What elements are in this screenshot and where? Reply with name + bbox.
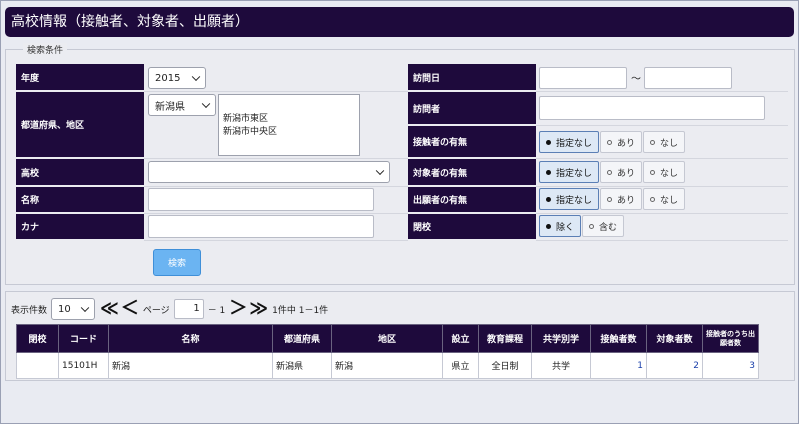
radio-dot-icon [546, 223, 551, 229]
district-option[interactable]: 新潟市中央区 [223, 126, 359, 139]
page-input[interactable]: 1 [173, 299, 204, 319]
applicant-option-no[interactable]: なし [643, 188, 686, 210]
radio-dot-icon [607, 139, 613, 145]
applicant-option-yes[interactable]: あり [600, 188, 643, 210]
page-title: 高校情報（接触者、対象者、出願者） [5, 7, 794, 37]
target-radio-group: 指定なし あり なし [539, 161, 686, 183]
radio-dot-icon [546, 169, 551, 175]
prefecture-select[interactable]: 新潟県 [148, 94, 216, 116]
radio-dot-icon [607, 169, 613, 175]
cell-coed: 共学 [531, 352, 591, 379]
label-kana: カナ [16, 214, 144, 239]
col-header[interactable]: 設立 [442, 324, 479, 353]
closed-option-include[interactable]: 含む [582, 215, 625, 237]
closed-option-exclude[interactable]: 除く [539, 215, 582, 237]
page-size-select[interactable]: 10 [51, 298, 96, 320]
col-header[interactable]: 閉校 [16, 324, 59, 353]
label-applicant: 出願者の有無 [408, 187, 536, 212]
cell-target-count[interactable]: 2 [646, 352, 703, 379]
col-header[interactable]: 接触者のうち出願者数 [702, 324, 759, 353]
year-select-value: 2015 [155, 72, 181, 84]
kana-input[interactable] [148, 215, 374, 238]
cell-closed [16, 352, 59, 379]
col-header[interactable]: 対象者数 [646, 324, 703, 353]
prev-page-icon[interactable]: ＜ [121, 300, 139, 318]
label-contact: 接触者の有無 [408, 126, 536, 157]
results-panel: 表示件数 10 ≪ ＜ ページ 1 － 1 ＞ ≫ 1件中 1－1件 閉校 コー… [5, 291, 795, 381]
cell-applicant-count[interactable]: 3 [702, 352, 759, 379]
district-option[interactable]: 新潟市東区 [223, 113, 359, 126]
contact-option-no[interactable]: なし [643, 131, 686, 153]
closed-radio-group: 除く 含む [539, 215, 625, 237]
district-listbox[interactable]: 新潟市東区 新潟市中央区 [218, 94, 360, 156]
date-separator: ～ [631, 74, 641, 85]
prefecture-select-value: 新潟県 [155, 101, 185, 113]
radio-dot-icon [546, 196, 551, 202]
radio-dot-icon [650, 169, 656, 175]
col-header[interactable]: 地区 [331, 324, 443, 353]
page-size-label: 表示件数 [11, 305, 48, 316]
page-label: ページ [142, 305, 170, 316]
radio-dot-icon [546, 139, 551, 145]
cell-prefecture: 新潟県 [272, 352, 332, 379]
label-target: 対象者の有無 [408, 159, 536, 185]
table-row[interactable]: 15101H 新潟 新潟県 新潟 県立 全日制 共学 1 2 3 [16, 352, 759, 379]
col-header[interactable]: コード [58, 324, 109, 353]
chevron-down-icon [80, 303, 90, 313]
cell-name: 新潟 [108, 352, 273, 379]
radio-dot-icon [607, 196, 613, 202]
first-page-icon[interactable]: ≪ [100, 300, 119, 318]
label-school: 高校 [16, 159, 144, 185]
target-option-unspecified[interactable]: 指定なし [539, 161, 600, 183]
cell-contact-count[interactable]: 1 [590, 352, 647, 379]
search-conditions: 検索条件 年度 都道府県、地区 高校 名称 カナ 訪問日 訪問者 接触者の有無 … [5, 43, 795, 285]
label-name: 名称 [16, 187, 144, 212]
label-visit-date: 訪問日 [408, 64, 536, 90]
table-header-row: 閉校 コード 名称 都道府県 地区 設立 教育課程 共学別学 接触者数 対象者数… [16, 324, 759, 353]
col-header[interactable]: 都道府県 [272, 324, 332, 353]
chevron-down-icon [201, 99, 211, 109]
pager: 表示件数 10 ≪ ＜ ページ 1 － 1 ＞ ≫ 1件中 1－1件 [11, 297, 328, 321]
school-select[interactable] [148, 161, 390, 183]
label-year: 年度 [16, 64, 144, 90]
last-page-icon[interactable]: ≫ [249, 300, 268, 318]
target-option-yes[interactable]: あり [600, 161, 643, 183]
visit-date-from-input[interactable] [539, 67, 627, 89]
applicant-option-unspecified[interactable]: 指定なし [539, 188, 600, 210]
col-header[interactable]: 接触者数 [590, 324, 647, 353]
cell-code: 15101H [58, 352, 109, 379]
radio-dot-icon [650, 139, 656, 145]
contact-option-unspecified[interactable]: 指定なし [539, 131, 600, 153]
cell-established: 県立 [442, 352, 479, 379]
results-table: 閉校 コード 名称 都道府県 地区 設立 教育課程 共学別学 接触者数 対象者数… [16, 324, 759, 379]
target-option-no[interactable]: なし [643, 161, 686, 183]
radio-dot-icon [650, 196, 656, 202]
search-legend: 検索条件 [23, 43, 68, 56]
col-header[interactable]: 教育課程 [478, 324, 532, 353]
label-closed: 閉校 [408, 214, 536, 239]
cell-district: 新潟 [331, 352, 443, 379]
label-visitor: 訪問者 [408, 92, 536, 124]
visitor-input[interactable] [539, 96, 765, 120]
contact-radio-group: 指定なし あり なし [539, 131, 686, 153]
chevron-down-icon [191, 72, 201, 82]
search-button[interactable]: 検索 [153, 249, 201, 276]
page-total: － 1 [207, 305, 226, 316]
chevron-down-icon [375, 166, 385, 176]
applicant-radio-group: 指定なし あり なし [539, 188, 686, 210]
label-prefecture: 都道府県、地区 [16, 92, 144, 157]
visit-date-to-input[interactable] [644, 67, 732, 89]
contact-option-yes[interactable]: あり [600, 131, 643, 153]
col-header[interactable]: 共学別学 [531, 324, 591, 353]
name-input[interactable] [148, 188, 374, 211]
cell-course: 全日制 [478, 352, 532, 379]
year-select[interactable]: 2015 [148, 67, 206, 89]
result-summary: 1件中 1－1件 [272, 305, 329, 316]
radio-dot-icon [589, 223, 595, 229]
col-header[interactable]: 名称 [108, 324, 273, 353]
next-page-icon[interactable]: ＞ [229, 300, 247, 318]
